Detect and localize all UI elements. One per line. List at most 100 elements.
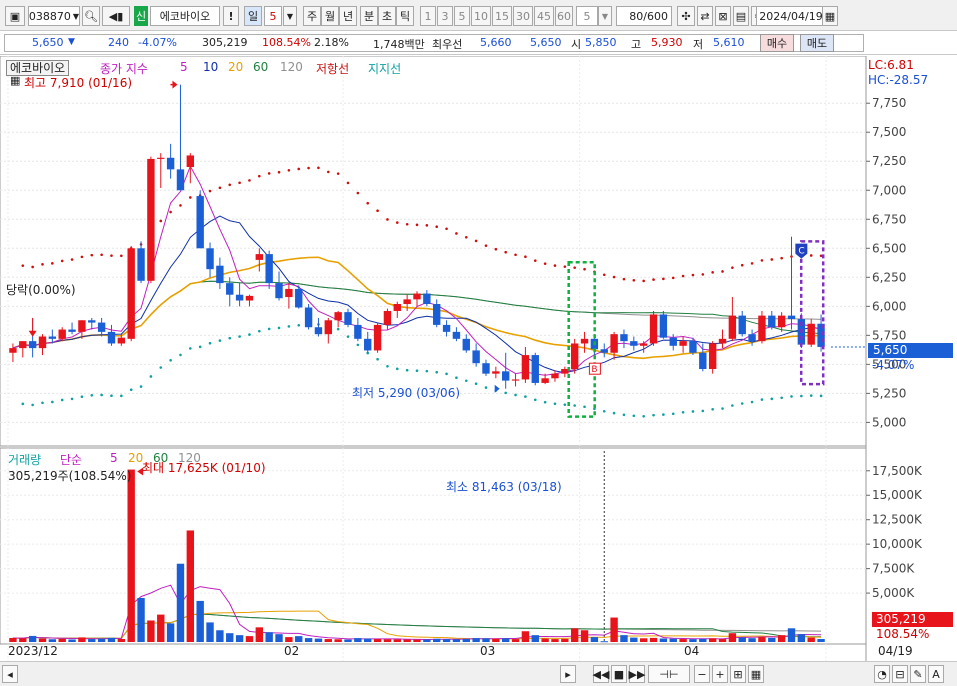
tool-3-icon[interactable]: ✎ bbox=[910, 665, 926, 683]
crosshair-icon[interactable]: ✣ bbox=[677, 6, 695, 26]
high-note: 최고 7,910 (01/16) bbox=[24, 76, 133, 90]
support-dot bbox=[425, 369, 429, 373]
alert-icon[interactable]: ! bbox=[223, 6, 239, 26]
candle-body bbox=[38, 336, 47, 349]
resistance-dot bbox=[159, 219, 163, 223]
price-tick-label: 5,000 bbox=[872, 415, 906, 429]
quote-bar: 5,650 ▼ 240 -4.07% 305,219 108.54% 2.18%… bbox=[0, 31, 957, 55]
volume-bar bbox=[738, 637, 746, 642]
zoom-out-icon[interactable]: − bbox=[694, 665, 710, 683]
minute-60[interactable]: 60 bbox=[555, 6, 573, 26]
buy-button[interactable]: 매수 bbox=[760, 34, 794, 52]
period-week[interactable]: 주 bbox=[303, 6, 321, 26]
panel-table-icon[interactable]: ▦ bbox=[10, 74, 20, 87]
tool-1-icon[interactable]: ◔ bbox=[874, 665, 890, 683]
candle-body bbox=[19, 341, 27, 349]
period-value[interactable]: 5 bbox=[264, 6, 282, 26]
minute-3[interactable]: 3 bbox=[437, 6, 453, 26]
candle-body bbox=[97, 322, 106, 332]
support-dot bbox=[455, 376, 458, 380]
resistance-dot bbox=[740, 263, 744, 267]
resistance-dot bbox=[652, 278, 655, 281]
support-dot bbox=[277, 326, 281, 330]
x-label-feb: 02 bbox=[284, 644, 300, 658]
candle-body bbox=[570, 343, 579, 370]
support-dot bbox=[711, 407, 714, 411]
stock-name[interactable]: 에코바이오 bbox=[150, 6, 220, 26]
scroll-right-icon[interactable]: ▸ bbox=[560, 665, 576, 683]
period-year[interactable]: 년 bbox=[339, 6, 357, 26]
volume-bar bbox=[97, 638, 106, 642]
chart-scrollbar[interactable]: ◂ ▸ ◀◀ ■ ▶▶ ⊣⊢ − + ⊞ ▦ ◔ ⊟ ✎ A bbox=[0, 661, 957, 686]
zoom-slider[interactable]: ⊣⊢ bbox=[648, 665, 690, 683]
chart-area[interactable]: 7,750 7,500 7,250 7,000 6,750 6,500 6,250 6,000… bbox=[0, 56, 957, 661]
minute-select[interactable]: 5 bbox=[576, 6, 598, 26]
candle-body bbox=[373, 324, 382, 351]
period-minute[interactable]: 분 bbox=[360, 6, 378, 26]
resistance-dot bbox=[455, 232, 458, 235]
support-dot bbox=[139, 385, 143, 388]
volume-bar bbox=[659, 638, 668, 642]
first-icon[interactable]: ◀◀ bbox=[593, 665, 609, 683]
candle-body bbox=[245, 295, 254, 301]
resistance-dot bbox=[336, 172, 340, 175]
resistance-dot bbox=[248, 179, 251, 182]
resistance-dot bbox=[70, 258, 74, 261]
period-tick[interactable]: 틱 bbox=[396, 6, 414, 26]
resistance-dot bbox=[464, 235, 468, 239]
candle-body bbox=[482, 363, 490, 374]
resistance-dot bbox=[642, 279, 645, 283]
low-label: 저 bbox=[693, 38, 704, 51]
candle-body bbox=[285, 288, 293, 298]
minute-10[interactable]: 10 bbox=[471, 6, 491, 26]
zoom-in-icon[interactable]: + bbox=[712, 665, 728, 683]
period-month[interactable]: 월 bbox=[321, 6, 339, 26]
grid-toggle-icon[interactable]: ▦ bbox=[748, 665, 764, 683]
volume-bar bbox=[206, 622, 214, 642]
candle-body bbox=[452, 331, 461, 339]
volume-tick-label: 17,500K bbox=[872, 464, 923, 478]
minute-30[interactable]: 30 bbox=[513, 6, 533, 26]
stop-icon[interactable]: ■ bbox=[611, 665, 627, 683]
candle-body bbox=[413, 293, 421, 300]
resistance-dot bbox=[356, 191, 360, 195]
candle-body bbox=[580, 338, 589, 344]
chart-menu-icon[interactable]: ▣ bbox=[5, 6, 25, 26]
period-dropdown-icon[interactable]: ▼ bbox=[283, 6, 297, 26]
volume-panel-title[interactable]: 거래량 bbox=[8, 451, 41, 468]
tool-2-icon[interactable]: ⊟ bbox=[892, 665, 908, 683]
minute-1[interactable]: 1 bbox=[420, 6, 436, 26]
support-dot bbox=[70, 397, 74, 401]
support-dot bbox=[622, 413, 626, 417]
quote-rate: -4.07% bbox=[138, 36, 177, 49]
candle-body bbox=[807, 323, 815, 345]
support-dot bbox=[376, 357, 379, 361]
zoom-icon[interactable]: ⇄ bbox=[697, 6, 713, 26]
code-input[interactable]: 038870 ▼ bbox=[28, 6, 80, 26]
text-tool-icon[interactable]: A bbox=[928, 665, 944, 683]
minute-dropdown-icon[interactable]: ▼ bbox=[598, 6, 612, 26]
candle-body bbox=[176, 169, 185, 191]
volume-min-note: 최소 81,463 (03/18) bbox=[446, 480, 562, 494]
sell-button[interactable]: 매도 bbox=[800, 34, 834, 52]
period-day-button[interactable]: 일 bbox=[244, 6, 262, 26]
period-second[interactable]: 초 bbox=[378, 6, 396, 26]
support-dot bbox=[297, 323, 301, 327]
lc-value: LC:6.81 bbox=[868, 58, 914, 72]
date-input[interactable]: 2024/04/19 bbox=[756, 6, 826, 26]
calendar-icon[interactable]: ▦ bbox=[822, 6, 838, 26]
count-input[interactable]: 80/600 bbox=[616, 6, 672, 26]
crosshair-toggle-icon[interactable]: ⊞ bbox=[730, 665, 746, 683]
minute-5[interactable]: 5 bbox=[454, 6, 470, 26]
speaker-icon[interactable]: ◀▮ bbox=[102, 6, 130, 26]
candle-body bbox=[137, 248, 145, 281]
support-dot bbox=[662, 413, 665, 416]
save-icon[interactable]: ▤ bbox=[733, 6, 749, 26]
candle-body bbox=[541, 378, 549, 383]
minute-15[interactable]: 15 bbox=[492, 6, 512, 26]
compare-icon[interactable]: ⊠ bbox=[715, 6, 731, 26]
scroll-left-icon[interactable]: ◂ bbox=[2, 665, 18, 683]
minute-45[interactable]: 45 bbox=[534, 6, 554, 26]
search-icon[interactable]: 🔍︎ bbox=[82, 6, 100, 26]
last-icon[interactable]: ▶▶ bbox=[629, 665, 645, 683]
